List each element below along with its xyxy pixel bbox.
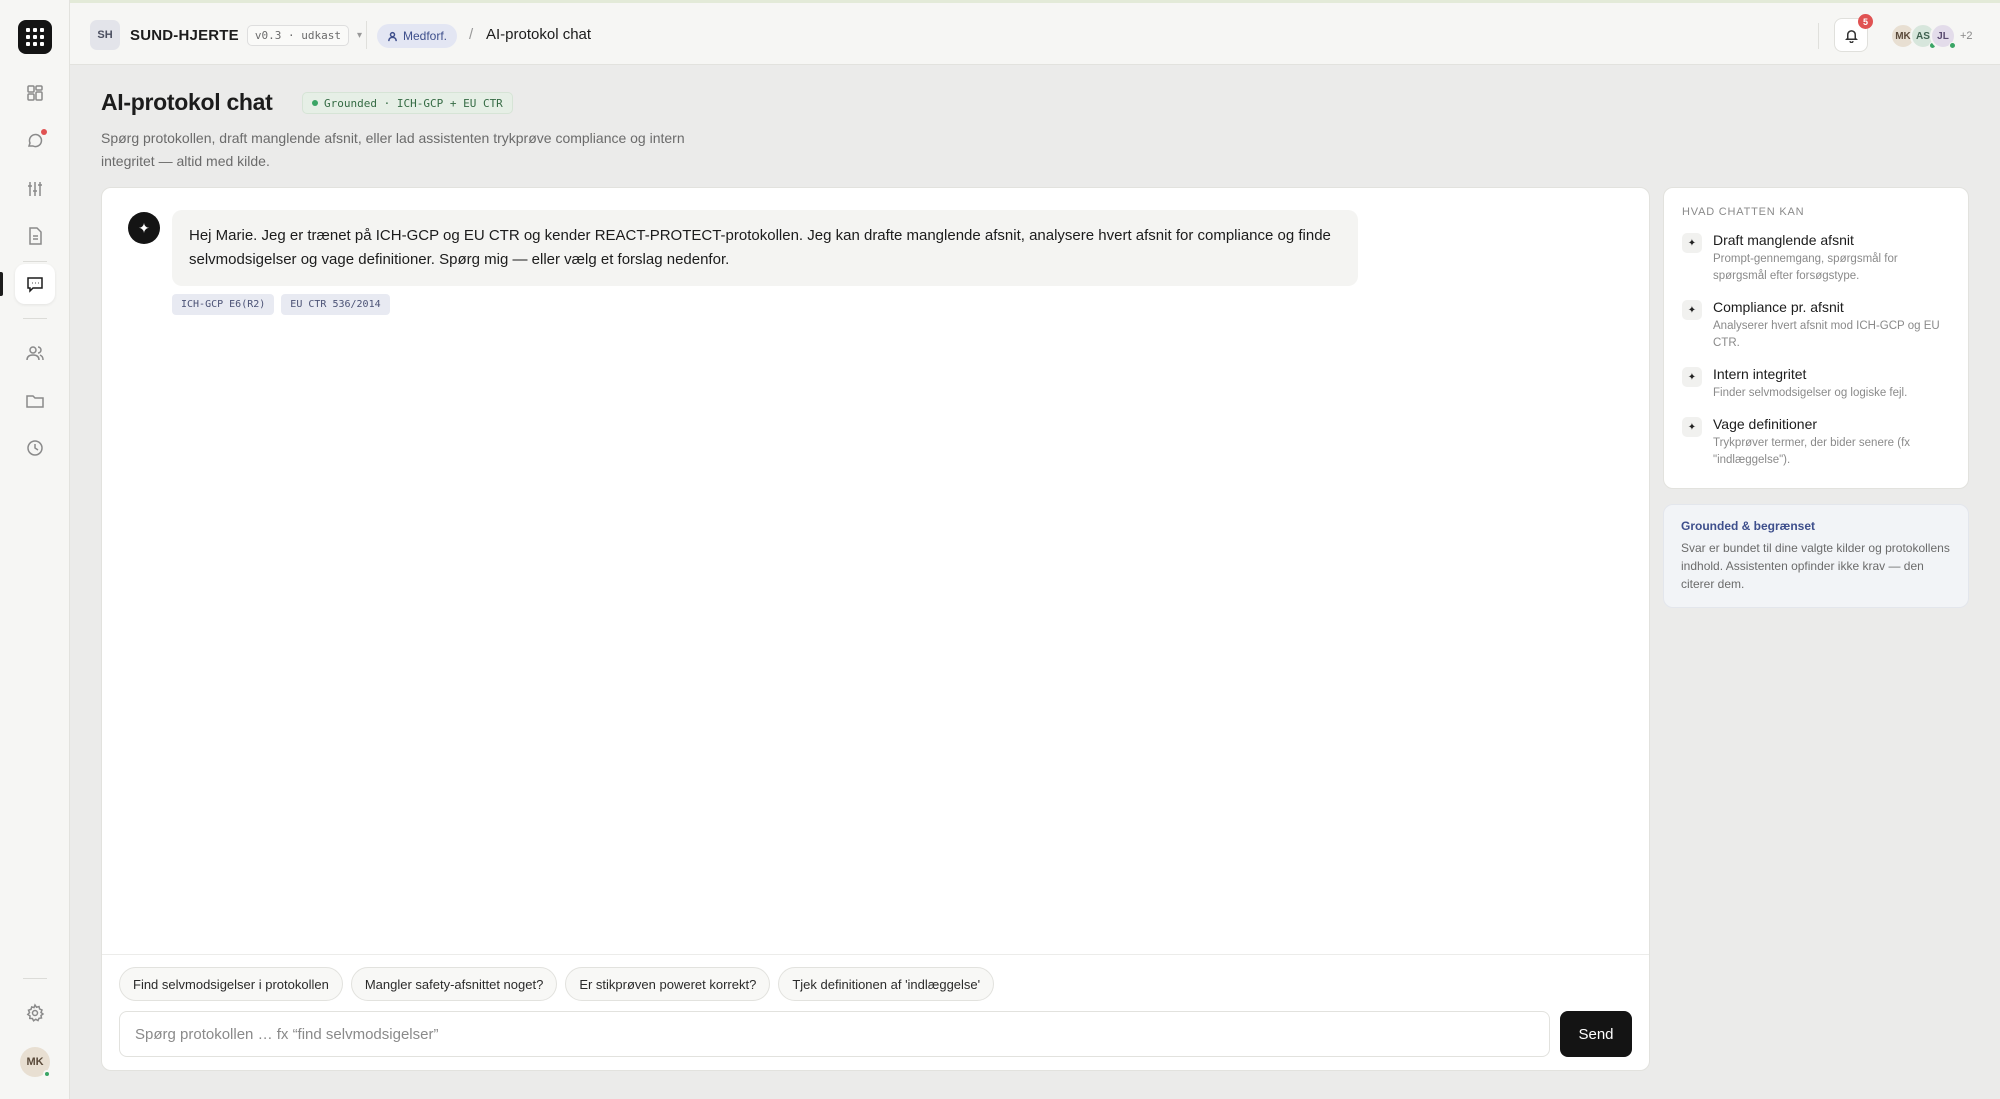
bell-icon <box>1844 29 1858 43</box>
sliders-icon <box>28 182 42 196</box>
collaborator-avatar: JL <box>1930 23 1956 49</box>
grounded-badge-label: Grounded · ICH-GCP + EU CTR <box>324 96 503 110</box>
folder-icon <box>26 395 44 408</box>
nav-messages[interactable] <box>15 121 55 161</box>
composer: Send <box>119 1011 1632 1057</box>
dashboard-icon <box>27 85 43 101</box>
left-rail: MK <box>0 0 70 1099</box>
suggestion-chip[interactable]: Find selvmodsigelser i protokollen <box>119 967 343 1001</box>
sparkle-icon: ✦ <box>1682 417 1702 437</box>
apps-grid-icon[interactable] <box>18 20 52 54</box>
suggestion-chip[interactable]: Mangler safety-afsnittet noget? <box>350 967 558 1001</box>
capability-item: ✦ Vage definitioner Trykprøver termer, d… <box>1682 416 1950 469</box>
sparkle-icon: ✦ <box>1682 300 1702 320</box>
sparkle-icon: ✦ <box>1682 367 1702 387</box>
status-dot <box>312 100 318 106</box>
online-status-dot <box>43 1070 51 1078</box>
rail-divider <box>23 261 47 262</box>
suggestion-chip[interactable]: Tjek definitionen af 'indlæggelse' <box>778 967 995 1001</box>
capability-item: ✦ Intern integritet Finder selvmodsigels… <box>1682 366 1950 402</box>
page-subtitle: Spørg protokollen, draft manglende afsni… <box>101 130 685 169</box>
collaborators-more: +2 <box>1960 30 1973 42</box>
version-badge: v0.3 · udkast <box>246 24 349 46</box>
composer-divider <box>102 954 1649 955</box>
collaborator-initials: JL <box>1937 30 1949 42</box>
user-avatar[interactable]: MK <box>20 1047 51 1078</box>
suggestion-chips: Find selvmodsigelser i protokollen Mangl… <box>119 967 995 1001</box>
source-tag[interactable]: EU CTR 536/2014 <box>281 294 390 315</box>
page-title: AI-protokol chat <box>101 89 273 115</box>
capability-desc: Analyserer hvert afsnit mod ICH-GCP og E… <box>1713 320 1940 349</box>
role-label: Medforf. <box>403 29 448 43</box>
document-icon <box>29 227 42 245</box>
note-title: Grounded & begrænset <box>1681 519 1816 533</box>
nav-settings-sliders[interactable] <box>15 169 55 209</box>
assistant-message: Hej Marie. Jeg er trænet på ICH-GCP og E… <box>172 210 1358 286</box>
nav-ai-chat[interactable] <box>15 264 55 304</box>
project-switcher[interactable]: SH SUND-HJERTE v0.3 · udkast ▾ <box>90 19 362 51</box>
breadcrumb-separator: / <box>469 26 474 43</box>
capabilities-card: HVAD CHATTEN KAN ✦ Draft manglende afsni… <box>1663 187 1969 489</box>
grounded-note: Grounded & begrænset Svar er bundet til … <box>1663 504 1969 608</box>
clock-icon <box>27 440 43 456</box>
chevron-down-icon: ▾ <box>356 29 363 41</box>
capability-item: ✦ Compliance pr. afsnit Analyserer hvert… <box>1682 299 1950 352</box>
chat-input[interactable] <box>119 1011 1550 1057</box>
user-initials: MK <box>26 1056 44 1068</box>
collaborator-avatars[interactable]: MK AS JL +2 <box>1890 23 1973 49</box>
topbar-divider <box>366 21 367 49</box>
project-badge: SH <box>90 20 120 50</box>
capability-desc: Finder selvmodsigelser og logiske fejl. <box>1713 387 1908 399</box>
source-tags: ICH-GCP E6(R2) EU CTR 536/2014 <box>172 294 390 315</box>
nav-team[interactable] <box>15 333 55 373</box>
topbar-divider <box>1818 23 1819 49</box>
source-tag[interactable]: ICH-GCP E6(R2) <box>172 294 275 315</box>
ai-chat-icon <box>27 277 43 293</box>
active-indicator <box>0 272 3 296</box>
nav-settings[interactable] <box>15 993 55 1033</box>
capabilities-title: HVAD CHATTEN KAN <box>1682 206 1805 218</box>
person-icon <box>388 31 397 41</box>
rail-divider <box>23 978 47 979</box>
capability-title: Vage definitioner <box>1713 416 1818 432</box>
grounded-badge: Grounded · ICH-GCP + EU CTR <box>302 92 513 114</box>
suggestion-chip[interactable]: Er stikprøven poweret korrekt? <box>565 967 771 1001</box>
capability-title: Compliance pr. afsnit <box>1713 299 1844 315</box>
notifications-button[interactable]: 5 <box>1834 14 1873 52</box>
top-bar: SH SUND-HJERTE v0.3 · udkast ▾ Medforf. … <box>70 0 2000 65</box>
capability-title: Draft manglende afsnit <box>1713 232 1854 248</box>
note-text: Svar er bundet til dine valgte kilder og… <box>1681 541 1950 591</box>
unread-dot <box>41 129 47 135</box>
online-status-dot <box>1949 42 1956 49</box>
collaborator-initials: AS <box>1916 30 1930 42</box>
capability-desc: Trykprøver termer, der bider senere (fx … <box>1713 437 1911 466</box>
nav-protocol[interactable] <box>15 216 55 256</box>
nav-files[interactable] <box>15 381 55 421</box>
sparkle-icon: ✦ <box>128 212 160 244</box>
chat-panel: ✦ Hej Marie. Jeg er trænet på ICH-GCP og… <box>101 187 1650 1071</box>
breadcrumb-current: AI-protokol chat <box>486 26 592 43</box>
send-button[interactable]: Send <box>1560 1011 1632 1057</box>
gear-icon <box>26 1003 45 1022</box>
nav-dashboard[interactable] <box>15 73 55 113</box>
nav-history[interactable] <box>15 428 55 468</box>
rail-divider <box>23 318 47 319</box>
notification-count: 5 <box>1858 14 1873 29</box>
role-badge: Medforf. <box>377 24 458 48</box>
project-name: SUND-HJERTE <box>130 26 239 44</box>
users-icon <box>26 346 44 361</box>
capability-title: Intern integritet <box>1713 366 1807 382</box>
sparkle-icon: ✦ <box>1682 233 1702 253</box>
capability-item: ✦ Draft manglende afsnit Prompt-gennemga… <box>1682 232 1950 285</box>
capability-desc: Prompt-gennemgang, spørgsmål for spørgsm… <box>1713 253 1898 282</box>
